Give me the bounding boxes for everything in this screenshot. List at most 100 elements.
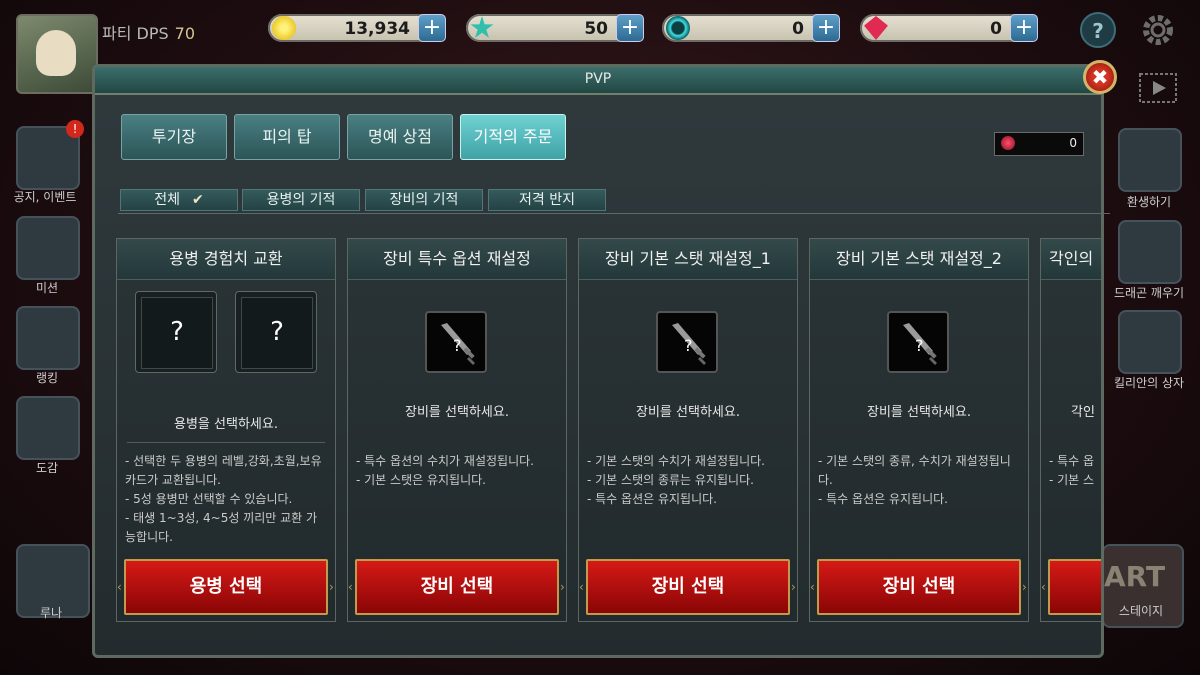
arrow-right-icon: › [1022,580,1027,594]
avatar-face [36,30,76,76]
red-crystal-icon [864,16,888,40]
card-equip-base-stat-reset-2: 장비 기본 스탯 재설정_2 ? 장비를 선택하세요. - 기본 스탯의 종류,… [809,238,1029,622]
add-star-gem-button[interactable]: + [616,14,644,42]
mercenary-slot-2[interactable]: ? [235,291,317,373]
card-title: 장비 기본 스탯 재설정_2 [810,239,1028,280]
dragon-awaken-label: 드래곤 깨우기 [1113,286,1185,300]
card-title: 장비 특수 옵션 재설정 [348,239,566,280]
desc-line: - 기본 스탯의 수치가 재설정됩니다. [587,454,765,468]
desc-line: - 기본 스탯은 유지됩니다. [356,473,486,487]
arrow-left-icon: ‹ [810,580,815,594]
party-dps-value: 70 [174,24,196,43]
sword-icon[interactable]: ? [425,311,487,373]
kilian-chest-label: 킬리안의 상자 [1113,376,1185,390]
select-equipment-button[interactable]: 장비 선택 [355,559,559,615]
card-mercenary-exp-exchange: 용병 경험치 교환 ? ? 용병을 선택하세요. - 선택한 두 용병의 레벨,… [116,238,336,622]
svg-text:?: ? [684,336,693,355]
svg-text:?: ? [453,336,462,355]
tab-miracle-spell[interactable]: 기적의 주문 [460,114,566,160]
desc-line: - 기본 스탯의 종류는 유지됩니다. [587,473,754,487]
kilian-chest-button[interactable] [1118,310,1182,374]
star-gem-value: 50 [584,19,608,39]
party-dps-label: 파티 DPS [102,24,169,43]
collection-button[interactable] [16,396,80,460]
check-icon: ✔ [192,192,204,208]
card-title: 각인의 [1041,239,1101,280]
ranking-button[interactable] [16,306,80,370]
cyan-orb-icon [666,16,690,40]
desc-line: - 태생 1~3성, 4~5성 끼리만 교환 가능합니다. [125,511,318,544]
rebirth-label: 환생하기 [1126,195,1172,209]
settings-gear-icon[interactable] [1140,12,1176,48]
star-gem-icon [470,16,494,38]
add-gold-button[interactable]: + [418,14,446,42]
mercenary-slot-1[interactable]: ? [135,291,217,373]
card-prompt: 용병을 선택하세요. [174,417,278,432]
filter-all[interactable]: 전체 ✔ [120,189,238,211]
card-prompt: 각인 [1071,405,1095,420]
player-avatar[interactable] [16,14,98,94]
red-crystal-currency: 0 + [860,14,1038,42]
card-description: - 기본 스탯의 수치가 재설정됩니다. - 기본 스탯의 종류는 유지됩니다.… [587,452,789,509]
desc-line: - 5성 용병만 선택할 수 있습니다. [125,492,293,506]
card-engraving-partial: 각인의 각인 - 특수 옵 - 기본 스 [1040,238,1102,622]
desc-line: - 선택한 두 용병의 레벨,강화,초월,보유 카드가 교환됩니다. [125,454,322,487]
ranking-label: 랭킹 [35,371,59,385]
arrow-left-icon: ‹ [579,580,584,594]
video-play-icon[interactable] [1138,70,1178,106]
desc-line: - 기본 스 [1049,473,1095,487]
collection-label: 도감 [35,461,59,475]
tab-blood-tower[interactable]: 피의 탑 [234,114,340,160]
sword-icon[interactable]: ? [656,311,718,373]
select-mercenary-button[interactable]: 용병 선택 [124,559,328,615]
help-button[interactable]: ? [1080,12,1116,48]
card-description: - 기본 스탯의 종류, 수치가 재설정됩니다. - 특수 옵션은 유지됩니다. [818,452,1020,509]
arrow-left-icon: ‹ [348,580,353,594]
add-cyan-orb-button[interactable]: + [812,14,840,42]
desc-line: - 특수 옵션의 수치가 재설정됩니다. [356,454,534,468]
add-red-crystal-button[interactable]: + [1010,14,1038,42]
card-title: 용병 경험치 교환 [117,239,335,280]
luna-label: 루나 [39,606,63,620]
party-dps: 파티 DPS 70 [102,20,195,44]
red-crystal-value: 0 [990,19,1002,39]
filter-sniper-ring[interactable]: 저격 반지 [488,189,606,211]
rebirth-button[interactable] [1118,128,1182,192]
arrow-right-icon: › [329,580,334,594]
star-gem-currency: 50 + [466,14,644,42]
tab-arena[interactable]: 투기장 [121,114,227,160]
filter-mercenary-miracle[interactable]: 용병의 기적 [242,189,360,211]
select-equipment-button[interactable]: 장비 선택 [817,559,1021,615]
desc-line: - 기본 스탯의 종류, 수치가 재설정됩니다. [818,454,1011,487]
card-description: - 선택한 두 용병의 레벨,강화,초월,보유 카드가 교환됩니다. - 5성 … [125,452,327,547]
filter-equipment-miracle[interactable]: 장비의 기적 [365,189,483,211]
gold-value: 13,934 [344,19,410,39]
card-equip-base-stat-reset-1: 장비 기본 스탯 재설정_1 ? 장비를 선택하세요. - 기본 스탯의 수치가… [578,238,798,622]
filter-all-label: 전체 [154,192,181,208]
token-value: 0 [1069,136,1077,150]
notice-badge: ! [66,120,84,138]
slot-placeholder: ? [141,297,213,369]
card-divider [127,442,325,443]
card-equip-special-option-reset: 장비 특수 옵션 재설정 ? 장비를 선택하세요. - 특수 옵션의 수치가 재… [347,238,567,622]
token-counter: 0 [994,132,1084,156]
gold-coin-icon [272,16,296,40]
arrow-left-icon: ‹ [117,580,122,594]
select-equipment-button[interactable]: 장비 선택 [586,559,790,615]
tab-honor-shop[interactable]: 명예 상점 [347,114,453,160]
filter-divider [118,213,1110,214]
select-engraving-button[interactable] [1048,559,1101,615]
dragon-awaken-button[interactable] [1118,220,1182,284]
arrow-right-icon: › [791,580,796,594]
svg-text:?: ? [915,336,924,355]
desc-line: - 특수 옵션은 유지됩니다. [587,492,717,506]
desc-line: - 특수 옵션은 유지됩니다. [818,492,948,506]
slot-placeholder: ? [241,297,313,369]
sword-icon[interactable]: ? [887,311,949,373]
close-button[interactable]: ✖ [1083,60,1117,94]
arrow-left-icon: ‹ [1041,580,1046,594]
stage-label: 스테이지 [1118,604,1164,618]
card-description: - 특수 옵 - 기본 스 [1049,452,1101,490]
mission-button[interactable] [16,216,80,280]
card-prompt: 장비를 선택하세요. [636,405,740,420]
